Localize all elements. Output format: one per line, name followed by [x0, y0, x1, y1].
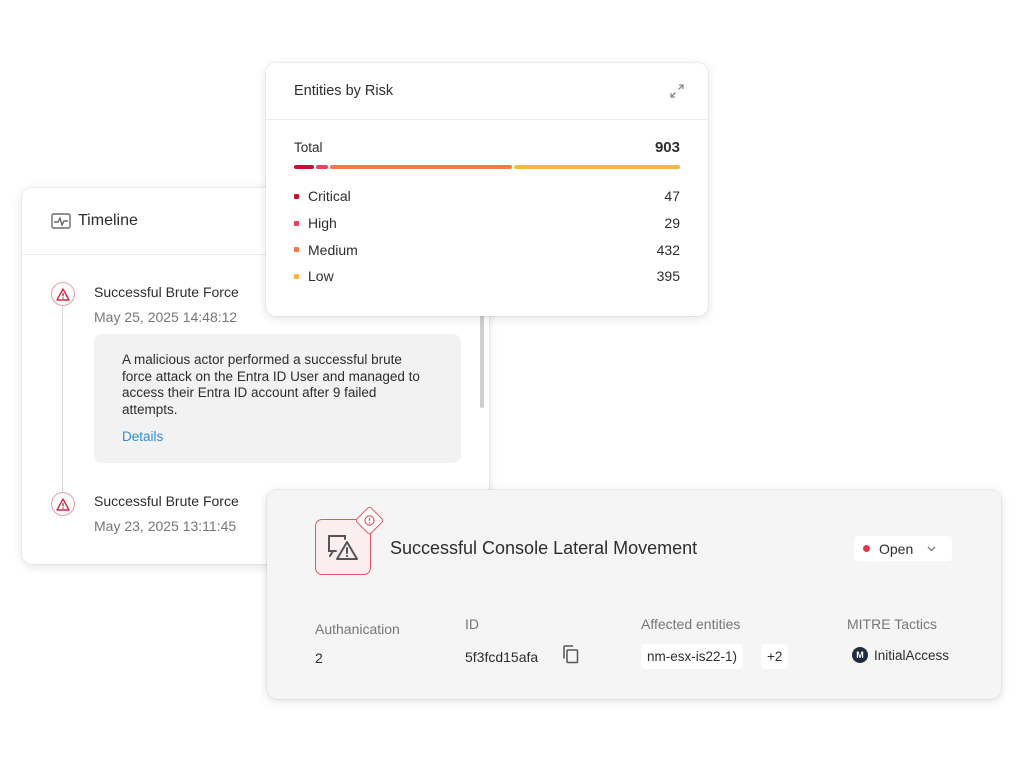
risk-header: Entities by Risk	[266, 63, 708, 120]
risk-item-critical: Critical 47	[294, 183, 680, 210]
console-alert-icon	[328, 535, 358, 560]
status-text: Open	[879, 540, 914, 557]
copy-icon[interactable]	[562, 645, 579, 664]
detection-card: Successful Console Lateral Movement Open…	[267, 490, 1001, 699]
event-description-box: A malicious actor performed a successful…	[94, 334, 461, 463]
timeline-connector	[62, 304, 63, 494]
risk-bar-segment-medium	[329, 165, 512, 169]
mitre-tactic[interactable]: M InitialAccess	[852, 647, 949, 663]
risk-distribution-bar	[294, 165, 680, 169]
risk-list: Critical 47 High 29 Medium 432 Low 395	[294, 183, 680, 290]
stage: Timeline Successful Brute Force May 25, …	[0, 0, 1024, 764]
warning-icon	[51, 492, 75, 516]
risk-value: 432	[656, 241, 680, 258]
activity-icon	[51, 213, 71, 229]
timeline-scrollbar[interactable]	[480, 308, 484, 408]
event-title: Successful Brute Force	[94, 493, 239, 509]
risk-bar-segment-high	[315, 165, 328, 169]
total-value: 903	[654, 139, 680, 156]
risk-item-high: High 29	[294, 210, 680, 237]
total-label: Total	[294, 140, 323, 155]
authentication-value: 2	[315, 650, 323, 666]
details-link[interactable]: Details	[122, 429, 163, 444]
event-time: May 23, 2025 13:11:45	[94, 518, 237, 534]
risk-title: Entities by Risk	[294, 83, 394, 99]
entities-by-risk-card: Entities by Risk Total 903 Critical 47 H…	[266, 63, 708, 316]
mitre-logo-icon: M	[852, 647, 868, 663]
event-description: A malicious actor performed a successful…	[122, 352, 420, 417]
event-time: May 25, 2025 14:48:12	[94, 309, 238, 325]
low-dot	[294, 273, 299, 279]
mitre-label: MITRE Tactics	[847, 616, 937, 632]
risk-label: Low	[308, 268, 334, 285]
risk-value: 47	[664, 188, 680, 205]
entity-chip[interactable]: nm-esx-is22-1)	[641, 644, 744, 669]
status-dot	[863, 545, 870, 552]
medium-dot	[294, 247, 299, 253]
expand-icon[interactable]	[670, 84, 684, 98]
alert-badge-icon	[362, 513, 377, 528]
risk-label: High	[308, 215, 337, 232]
risk-bar-segment-low	[513, 165, 680, 169]
risk-total-row: Total 903	[294, 139, 680, 156]
risk-item-low: Low 395	[294, 263, 680, 290]
status-dropdown[interactable]: Open	[854, 536, 952, 561]
risk-item-medium: Medium 432	[294, 236, 680, 263]
critical-dot	[294, 193, 299, 199]
authentication-label: Authanication	[315, 621, 400, 637]
risk-bar-segment-critical	[294, 165, 314, 169]
id-value: 5f3fcd15afa	[465, 649, 539, 665]
risk-value: 29	[664, 215, 680, 232]
affected-entities-label: Affected entities	[641, 616, 741, 632]
risk-value: 395	[656, 268, 680, 285]
timeline-title: Timeline	[78, 212, 138, 229]
id-label: ID	[465, 616, 479, 632]
risk-label: Critical	[308, 188, 351, 205]
warning-icon	[51, 282, 75, 306]
event-title: Successful Brute Force	[94, 284, 239, 300]
entity-more-chip[interactable]: +2	[761, 644, 789, 669]
mitre-value: InitialAccess	[874, 647, 950, 663]
chevron-down-icon	[927, 546, 936, 551]
high-dot	[294, 220, 299, 226]
detection-title: Successful Console Lateral Movement	[390, 538, 698, 558]
risk-label: Medium	[308, 241, 358, 258]
